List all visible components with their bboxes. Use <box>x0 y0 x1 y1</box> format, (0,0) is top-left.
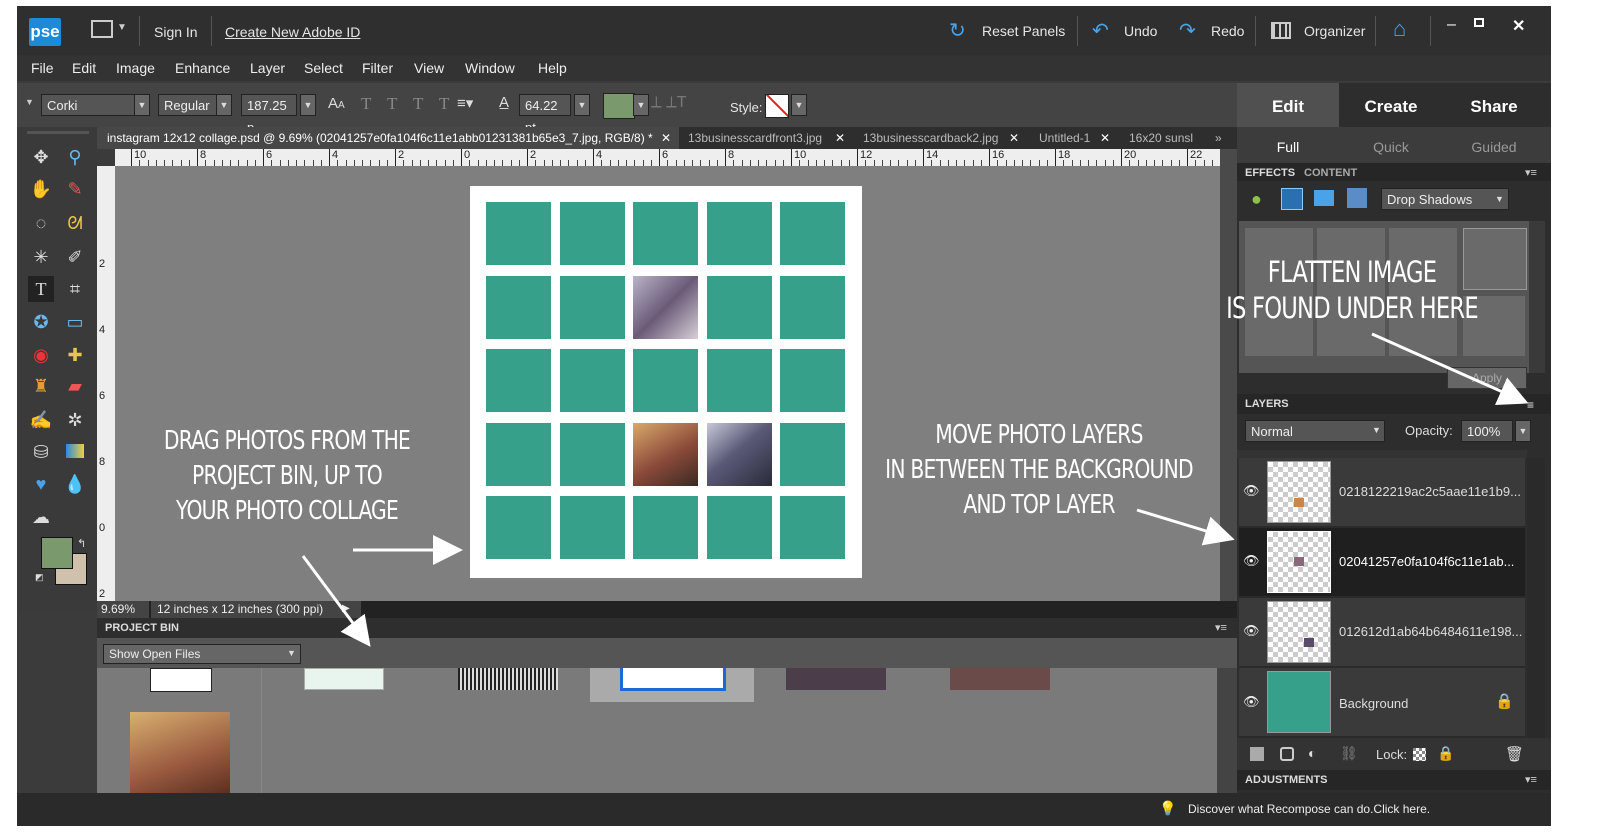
arrow-to-layer <box>1136 508 1235 546</box>
arrow-to-project-bin <box>301 555 371 647</box>
annotation-arrows <box>301 332 1529 647</box>
foreground-color-swatch[interactable] <box>41 537 73 569</box>
arrow-to-layers-menu <box>1371 332 1529 405</box>
app-window: pse ▼ Sign In Create New Adobe ID ↻ Rese… <box>17 6 1551 826</box>
